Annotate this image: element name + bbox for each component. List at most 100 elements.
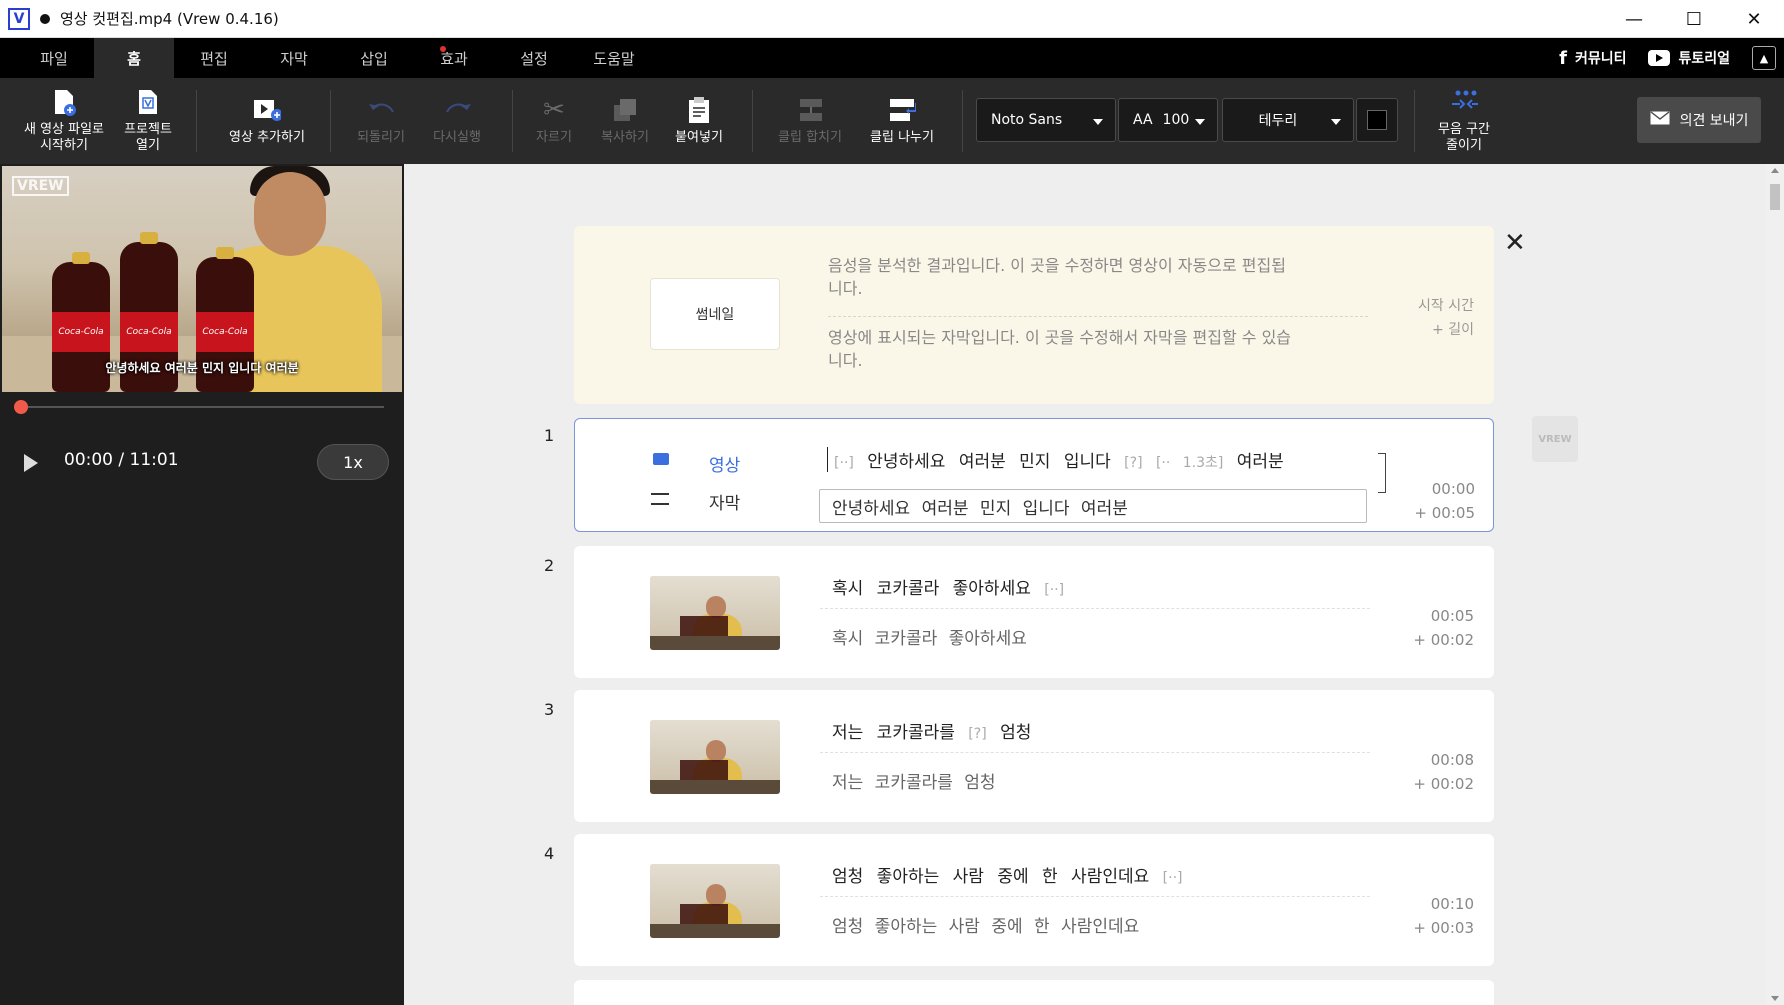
new-video-button[interactable]: 새 영상 파일로 시작하기 (18, 78, 110, 164)
clip-thumbnail[interactable] (650, 720, 780, 794)
scrollbar-thumb[interactable] (1770, 184, 1780, 210)
silence-marker[interactable]: [··] (1163, 870, 1183, 886)
subtitle-text[interactable]: 저는 코카콜라를 엄청 (832, 768, 996, 793)
clipboard-icon (685, 96, 713, 124)
close-guide-icon[interactable]: ✕ (1504, 228, 1526, 258)
cut-button[interactable]: ✂ 자르기 (524, 78, 584, 164)
subtitle-text[interactable]: 엄청 좋아하는 사람 중에 한 사람인데요 (832, 912, 1139, 937)
clip-number: 1 (544, 426, 555, 445)
subtitle-text[interactable]: 혹시 코카콜라 좋아하세요 (832, 624, 1027, 649)
split-clip-icon (888, 96, 916, 124)
menu-home[interactable]: 홈 (94, 38, 174, 78)
font-family-select[interactable]: Noto Sans (976, 98, 1116, 142)
transcript-words[interactable]: 엄청 (1000, 723, 1031, 743)
subtitle-input[interactable]: 안녕하세요 여러분 민지 입니다 여러분 (819, 489, 1367, 523)
undo-label: 되돌리기 (357, 130, 405, 145)
outline-value: 테두리 (1258, 113, 1298, 129)
silence-marker[interactable]: [·· 1.3초] (1156, 455, 1223, 471)
clip-thumbnail[interactable] (650, 864, 780, 938)
menu-edit[interactable]: 편집 (174, 38, 254, 78)
redo-label: 다시실행 (433, 130, 481, 145)
guide-time-meta: 시작 시간 + 길이 (1384, 294, 1474, 342)
unknown-marker[interactable]: [?] (968, 726, 986, 742)
subtitle-description-line-2: 니다. (828, 351, 863, 370)
font-size-select[interactable]: AA 100 (1118, 98, 1218, 142)
clip-card[interactable]: 혹시 코카콜라 좋아하세요 [··] 혹시 코카콜라 좋아하세요 00:05 +… (574, 546, 1494, 678)
menu-insert[interactable]: 삽입 (334, 38, 414, 78)
color-swatch (1367, 110, 1387, 130)
clip-card[interactable]: 저는 코카콜라를 [?] 엄청 저는 코카콜라를 엄청 00:08 + 00:0… (574, 690, 1494, 822)
unknown-marker[interactable]: [?] (1124, 455, 1142, 471)
add-video-label: 영상 추가하기 (229, 130, 305, 145)
silence-marker[interactable]: [··] (1044, 582, 1064, 598)
scroll-up-icon[interactable] (1771, 168, 1779, 173)
minimize-button[interactable]: — (1604, 0, 1664, 38)
menu-settings[interactable]: 설정 (494, 38, 574, 78)
transcript-words[interactable]: 안녕하세요 여러분 민지 입니다 (867, 452, 1111, 472)
font-size-icon: AA (1133, 112, 1153, 128)
video-preview[interactable]: Coca‑Cola Coca‑Cola Coca‑Cola VREW 안녕하세요… (2, 166, 402, 392)
transcript-words[interactable]: 혹시 코카콜라 좋아하세요 (832, 579, 1031, 599)
clip-time-meta: 00:05 + 00:02 (1374, 604, 1474, 652)
vrew-logo-icon: V (8, 7, 30, 30)
playback-speed-button[interactable]: 1x (317, 444, 389, 480)
menu-subtitle[interactable]: 자막 (254, 38, 334, 78)
subtitle-description-line-1: 영상에 표시되는 자막입니다. 이 곳을 수정해서 자막을 편집할 수 있습 (828, 328, 1292, 347)
player-panel: Coca‑Cola Coca‑Cola Coca‑Cola VREW 안녕하세요… (0, 164, 404, 1005)
clip-time-meta: 00:10 + 00:03 (1374, 892, 1474, 940)
scroll-down-icon[interactable] (1771, 996, 1779, 1001)
progress-knob[interactable] (14, 400, 28, 414)
scrollbar[interactable] (1766, 164, 1784, 1005)
menu-effects[interactable]: 효과 (414, 38, 494, 78)
playback-time: 00:00 / 11:01 (64, 450, 179, 470)
toolbar-separator (512, 90, 513, 152)
paste-button[interactable]: 붙여넣기 (666, 78, 732, 164)
unsaved-indicator (40, 13, 50, 24)
facebook-icon: f (1559, 47, 1567, 69)
voice-transcript[interactable]: 혹시 코카콜라 좋아하세요 [··] (832, 574, 1064, 599)
community-link[interactable]: f 커뮤니티 (1559, 48, 1626, 69)
voice-transcript[interactable]: 엄청 좋아하는 사람 중에 한 사람인데요 [··] (832, 862, 1183, 887)
silence-marker[interactable]: [··] (834, 455, 854, 471)
font-size-value: 100 (1162, 112, 1190, 128)
clip-start-time: 00:10 (1430, 895, 1474, 913)
outline-color-picker[interactable] (1356, 98, 1398, 142)
menu-file[interactable]: 파일 (14, 38, 94, 78)
close-window-button[interactable]: ✕ (1724, 0, 1784, 38)
subtitle-row-label: 자막 (709, 494, 741, 514)
split-clip-button[interactable]: 클립 나누기 (860, 78, 944, 164)
new-video-label-2: 시작하기 (40, 138, 88, 153)
toolbar: 새 영상 파일로 시작하기 프로젝트 열기 영상 추가하기 되돌리기 다시실행 … (0, 78, 1784, 164)
reduce-silence-button[interactable]: 무음 구간 줄이기 (1426, 78, 1502, 164)
voice-transcript[interactable]: 저는 코카콜라를 [?] 엄청 (832, 718, 1031, 743)
add-video-button[interactable]: 영상 추가하기 (212, 78, 322, 164)
clip-start-time: 00:05 (1430, 607, 1474, 625)
maximize-button[interactable]: ☐ (1664, 0, 1724, 38)
vrew-logo-icon: VREW (1532, 416, 1578, 462)
undo-button[interactable]: 되돌리기 (346, 78, 416, 164)
transcript-words[interactable]: 저는 코카콜라를 (832, 723, 955, 743)
undo-icon (367, 96, 395, 124)
play-icon[interactable] (24, 454, 38, 472)
preview-caption: 안녕하세요 여러분 민지 입니다 여러분 (105, 361, 299, 375)
tutorial-link[interactable]: 튜토리얼 (1648, 48, 1730, 68)
redo-button[interactable]: 다시실행 (422, 78, 492, 164)
merge-clips-button[interactable]: 클립 합치기 (768, 78, 852, 164)
clip-thumbnail[interactable] (650, 576, 780, 650)
clip-divider (820, 608, 1370, 609)
clip-card[interactable]: 엄청 좋아하는 사람 중에 한 사람인데요 [··] 엄청 좋아하는 사람 중에… (574, 834, 1494, 966)
outline-select[interactable]: 테두리 (1222, 98, 1354, 142)
clip-card[interactable] (574, 980, 1494, 1005)
voice-transcript[interactable]: [··] 안녕하세요 여러분 민지 입니다 [?] [·· 1.3초] 여러분 (827, 447, 1284, 472)
clip-start-time: 00:00 (1431, 480, 1475, 498)
preview-person-face (254, 172, 326, 256)
transcript-words[interactable]: 엄청 좋아하는 사람 중에 한 사람인데요 (832, 867, 1149, 887)
send-feedback-button[interactable]: 의견 보내기 (1637, 97, 1761, 143)
playback-progress-bar[interactable] (14, 400, 384, 414)
open-project-button[interactable]: 프로젝트 열기 (112, 78, 184, 164)
copy-button[interactable]: 복사하기 (592, 78, 658, 164)
collapse-toolbar-button[interactable]: ▲ (1752, 46, 1776, 70)
transcript-words[interactable]: 여러분 (1237, 452, 1284, 472)
menu-help[interactable]: 도움말 (574, 38, 654, 78)
clip-card[interactable]: 영상 자막 [··] 안녕하세요 여러분 민지 입니다 [?] [·· 1.3초… (574, 418, 1494, 532)
